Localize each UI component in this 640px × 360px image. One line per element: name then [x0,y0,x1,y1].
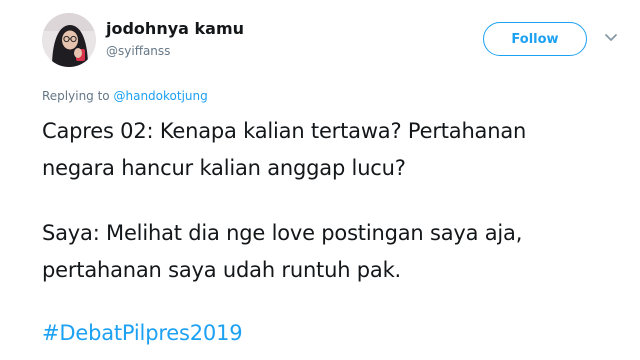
reply-mention-link[interactable]: @handokotjung [113,89,207,103]
user-handle[interactable]: @syiffanss [106,44,170,58]
avatar-image [42,13,96,67]
tweet-text-line: Capres 02: Kenapa kalian tertawa? Pertah… [42,119,527,143]
tweet-text-line: Saya: Melihat dia nge love postingan say… [42,221,523,245]
reply-context: Replying to @handokotjung [42,89,208,103]
hashtag-link[interactable]: #DebatPilpres2019 [42,318,243,348]
display-name[interactable]: jodohnya kamu [106,19,244,38]
chevron-down-icon[interactable] [602,31,620,45]
avatar[interactable] [42,13,96,67]
tweet-card: jodohnya kamu @syiffanss Follow Replying… [0,0,640,360]
reply-context-label: Replying to [42,89,110,103]
tweet-text-line: negara hancur kalian anggap lucu? [42,156,406,180]
tweet-text-line: pertahanan saya udah runtuh pak. [42,258,402,282]
follow-button[interactable]: Follow [483,22,587,56]
